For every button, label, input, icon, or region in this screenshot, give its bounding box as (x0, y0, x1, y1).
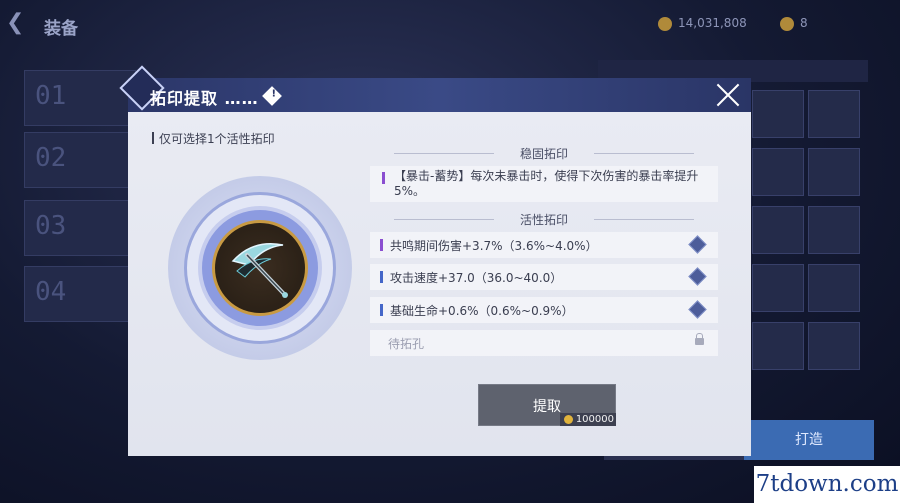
list-item[interactable]: 04 (24, 266, 136, 322)
page-title: 装备 (44, 19, 78, 39)
close-button[interactable] (712, 80, 744, 110)
inventory-grid (752, 90, 868, 380)
dialog-title: 拓印提取 …… (150, 89, 259, 108)
grid-cell[interactable] (808, 264, 860, 312)
stable-effect-text: 【暴击-蓄势】每次未暴击时，使得下次伤害的暴击率提升5%。 (394, 169, 699, 198)
grid-cell[interactable] (808, 90, 860, 138)
list-item[interactable]: 02 (24, 132, 136, 188)
stable-section-title: 稳固拓印 (370, 145, 718, 162)
list-item[interactable]: 03 (24, 200, 136, 256)
grid-cell[interactable] (752, 90, 804, 138)
gold-currency: 14,031,808 (658, 16, 747, 31)
attribute-text: 基础生命+0.6%（0.6%~0.9%） (390, 304, 574, 318)
grid-cell[interactable] (752, 206, 804, 254)
active-attribute-row[interactable]: 攻击速度+37.0（36.0~40.0） (370, 264, 718, 290)
stable-effect: 【暴击-蓄势】每次未暴击时，使得下次伤害的暴击率提升5%。 (370, 166, 718, 202)
active-attribute-row[interactable]: 共鸣期间伤害+3.7%（3.6%~4.0%） (370, 232, 718, 258)
top-bar: ❮ 装备 14,031,808 8 (0, 0, 900, 50)
selection-hint: 仅可选择1个活性拓印 (152, 130, 275, 147)
coin-icon (780, 16, 794, 31)
rarity-bar (382, 172, 385, 184)
back-icon[interactable]: ❮ (6, 10, 24, 35)
diamond-select-icon[interactable] (688, 267, 707, 286)
grid-cell[interactable] (808, 206, 860, 254)
empty-slot-row: 待拓孔 (370, 330, 718, 356)
grid-cell[interactable] (752, 322, 804, 370)
grid-cell[interactable] (808, 322, 860, 370)
rarity-bar (380, 239, 383, 251)
diamond-select-icon[interactable] (688, 300, 707, 319)
coin-icon (658, 16, 672, 31)
coin-icon (564, 415, 573, 424)
attribute-text: 攻击速度+37.0（36.0~40.0） (390, 271, 563, 285)
diamond-select-icon[interactable] (688, 235, 707, 254)
grid-cell[interactable] (752, 264, 804, 312)
grid-cell[interactable] (752, 148, 804, 196)
forge-button[interactable]: 打造 (744, 420, 874, 460)
lock-icon (695, 333, 704, 345)
grid-cell[interactable] (808, 148, 860, 196)
extract-cost: 100000 (560, 413, 616, 426)
scythe-icon (231, 243, 288, 298)
watermark: 7tdown.com (754, 466, 900, 503)
weapon-emblem-icon (212, 220, 308, 316)
active-section-title: 活性拓印 (370, 211, 718, 228)
attribute-text: 共鸣期间伤害+3.7%（3.6%~4.0%） (390, 239, 598, 253)
gem-currency: 8 (780, 16, 808, 31)
rarity-bar (380, 271, 383, 283)
empty-slot-label: 待拓孔 (388, 337, 425, 351)
active-attribute-row[interactable]: 基础生命+0.6%（0.6%~0.9%） (370, 297, 718, 323)
list-item[interactable]: 01 (24, 70, 136, 126)
rarity-bar (380, 304, 383, 316)
